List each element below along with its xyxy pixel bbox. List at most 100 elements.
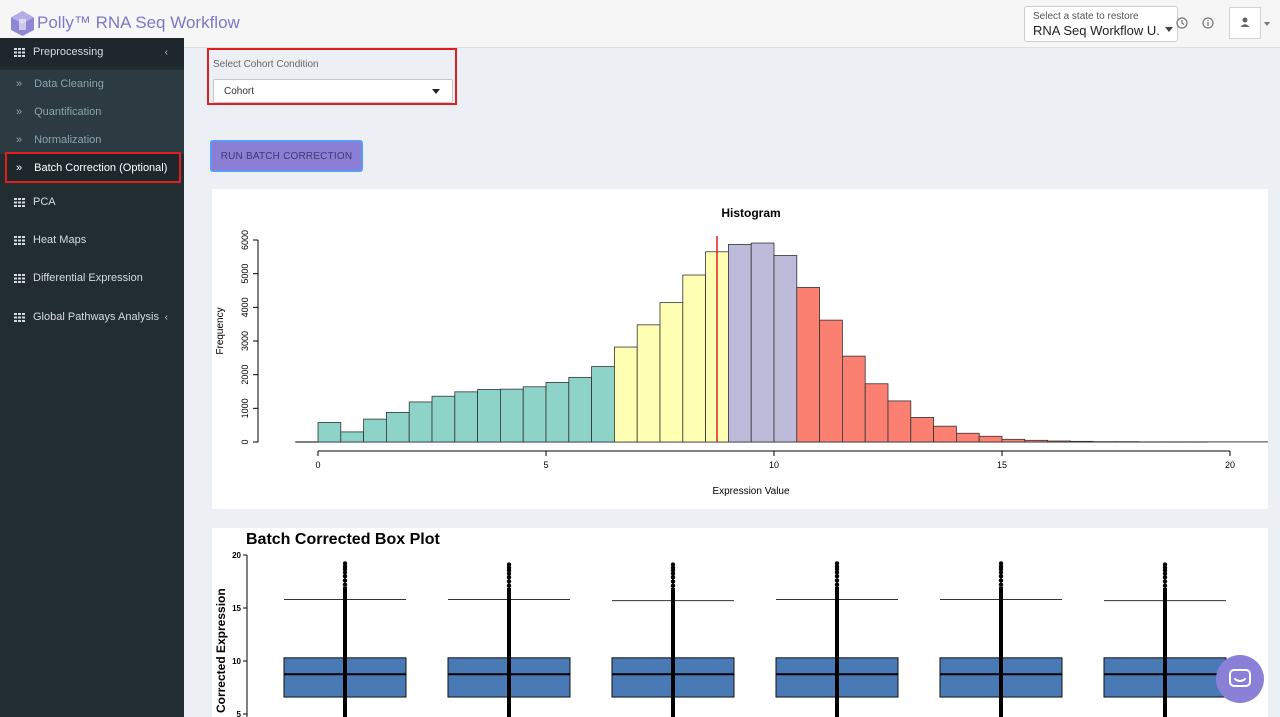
boxplot-box	[939, 561, 1063, 717]
histogram-bar	[499, 388, 524, 443]
histogram-chart: Histogram Expression Value Frequency 0 5 1…	[215, 206, 1268, 497]
chat-icon	[1229, 669, 1251, 687]
sidebar-item-heat-maps[interactable]: Heat Maps	[0, 226, 184, 254]
cohort-condition-value: Cohort	[224, 86, 255, 97]
boxplot-outlier-point	[834, 574, 840, 579]
sidebar-item-label: Preprocessing	[33, 46, 104, 58]
histogram-bar	[477, 389, 501, 443]
user-menu-button[interactable]	[1229, 7, 1261, 39]
histogram-bar	[956, 432, 980, 443]
boxplot-outlier-point	[1162, 583, 1168, 588]
sidebar-item-differential-expression[interactable]: Differential Expression	[0, 264, 184, 292]
boxplot-box	[1103, 562, 1227, 717]
boxplot-outlier-point	[506, 575, 512, 580]
boxplot-y-tick-label: 10	[232, 657, 241, 666]
sidebar-item-global-pathways[interactable]: Global Pathways Analysis ‹	[0, 303, 184, 331]
boxplot-box	[611, 562, 735, 717]
double-chevron-icon: »	[16, 106, 23, 118]
sidebar-item-label: Quantification	[34, 106, 102, 118]
history-icon[interactable]	[1175, 16, 1189, 30]
histogram-bar	[591, 366, 615, 443]
boxplot-title: Batch Corrected Box Plot	[246, 531, 440, 548]
histogram-panel: Histogram Expression Value Frequency 0 5 1…	[212, 189, 1268, 509]
histogram-y-tick-label: 3000	[240, 331, 250, 351]
histogram-bar	[522, 386, 547, 443]
histogram-bar	[636, 324, 661, 443]
polly-logo-icon	[11, 11, 34, 36]
histogram-bar	[887, 400, 912, 443]
sidebar-item-pca[interactable]: PCA	[0, 188, 184, 216]
histogram-y-tick-label: 6000	[240, 230, 250, 250]
chevron-left-icon: ‹	[164, 47, 168, 58]
boxplot-outlier-point	[834, 578, 840, 583]
double-chevron-icon: »	[16, 134, 23, 146]
sidebar-item-label: PCA	[33, 196, 56, 208]
histogram-x-tick-label: 5	[543, 460, 548, 470]
histogram-ylabel: Frequency	[215, 307, 226, 354]
boxplot-y-tick-label: 5	[237, 710, 242, 717]
histogram-bar	[864, 383, 889, 443]
histogram-bar	[728, 243, 752, 443]
boxplot-outlier-point	[998, 582, 1004, 587]
info-icon[interactable]	[1201, 16, 1215, 30]
state-restore-select[interactable]: Select a state to restore RNA Seq Workfl…	[1024, 6, 1178, 42]
histogram-bar	[1024, 439, 1048, 443]
histogram-bar	[910, 417, 934, 443]
run-batch-correction-button[interactable]: RUN BATCH CORRECTION	[210, 140, 363, 172]
boxplot-outlier-point	[834, 582, 840, 587]
histogram-bar	[385, 411, 410, 443]
boxplot-outlier-point	[1162, 579, 1168, 584]
histogram-bar	[340, 431, 365, 443]
histogram-bar	[682, 274, 706, 443]
sidebar-item-label: Differential Expression	[33, 272, 143, 284]
boxplot-box	[775, 561, 899, 717]
histogram-y-tick-label: 4000	[240, 297, 250, 317]
histogram-bar	[454, 391, 479, 443]
histogram-x-tick-label: 10	[769, 460, 779, 470]
grid-icon	[14, 312, 25, 322]
histogram-bar	[317, 422, 342, 443]
sidebar-item-label: Normalization	[34, 134, 102, 146]
grid-icon	[14, 47, 25, 57]
histogram-bar	[659, 302, 684, 443]
boxplot-outlier-point	[998, 574, 1004, 579]
grid-icon	[14, 273, 25, 283]
sidebar-item-batch-correction[interactable]: » Batch Correction (Optional)	[5, 152, 181, 183]
boxplot-outlier-point	[998, 578, 1004, 583]
histogram-bar	[1047, 440, 1071, 443]
state-restore-value: RNA Seq Workflow U...	[1033, 23, 1161, 38]
histogram-bar	[431, 395, 456, 443]
histogram-y-tick-label: 5000	[240, 264, 250, 284]
boxplot-outlier-point	[506, 579, 512, 584]
boxplot-outlier-point	[1162, 575, 1168, 580]
sidebar-item-data-cleaning[interactable]: » Data Cleaning	[0, 70, 184, 98]
boxplot-y-tick-label: 15	[232, 604, 241, 613]
chevron-down-icon	[432, 89, 440, 94]
sidebar-item-label: Heat Maps	[33, 234, 87, 246]
cohort-condition-select[interactable]: Cohort	[213, 79, 453, 103]
boxplot-outlier-point	[342, 578, 348, 583]
histogram-bar	[545, 382, 570, 443]
histogram-bar	[933, 425, 957, 443]
sidebar-item-quantification[interactable]: » Quantification	[0, 98, 184, 126]
boxplot-chart: Batch Corrected Box Plot n Corrected Exp…	[214, 531, 1227, 717]
user-icon	[1240, 17, 1250, 27]
app-title: Polly™ RNA Seq Workflow	[37, 13, 240, 32]
chevron-left-icon: ‹	[164, 312, 168, 323]
histogram-y-tick-label: 0	[240, 439, 250, 444]
sidebar-item-preprocessing[interactable]: Preprocessing ‹	[0, 38, 184, 66]
histogram-bar	[1001, 438, 1026, 443]
histogram-bar	[408, 401, 433, 443]
cohort-condition-group: Select Cohort Condition Cohort	[207, 48, 457, 105]
chevron-down-icon	[1165, 27, 1173, 32]
histogram-bar	[796, 287, 820, 443]
boxplot-outlier-point	[342, 582, 348, 587]
user-menu-chevron-icon[interactable]	[1264, 22, 1270, 26]
boxplot-outlier-point	[670, 579, 676, 584]
histogram-bar	[568, 376, 592, 443]
sidebar-item-normalization[interactable]: » Normalization	[0, 126, 184, 154]
cohort-condition-label: Select Cohort Condition	[213, 59, 319, 70]
histogram-y-tick-label: 1000	[240, 398, 250, 418]
histogram-bar	[363, 418, 387, 443]
chat-launcher-button[interactable]	[1216, 655, 1264, 703]
